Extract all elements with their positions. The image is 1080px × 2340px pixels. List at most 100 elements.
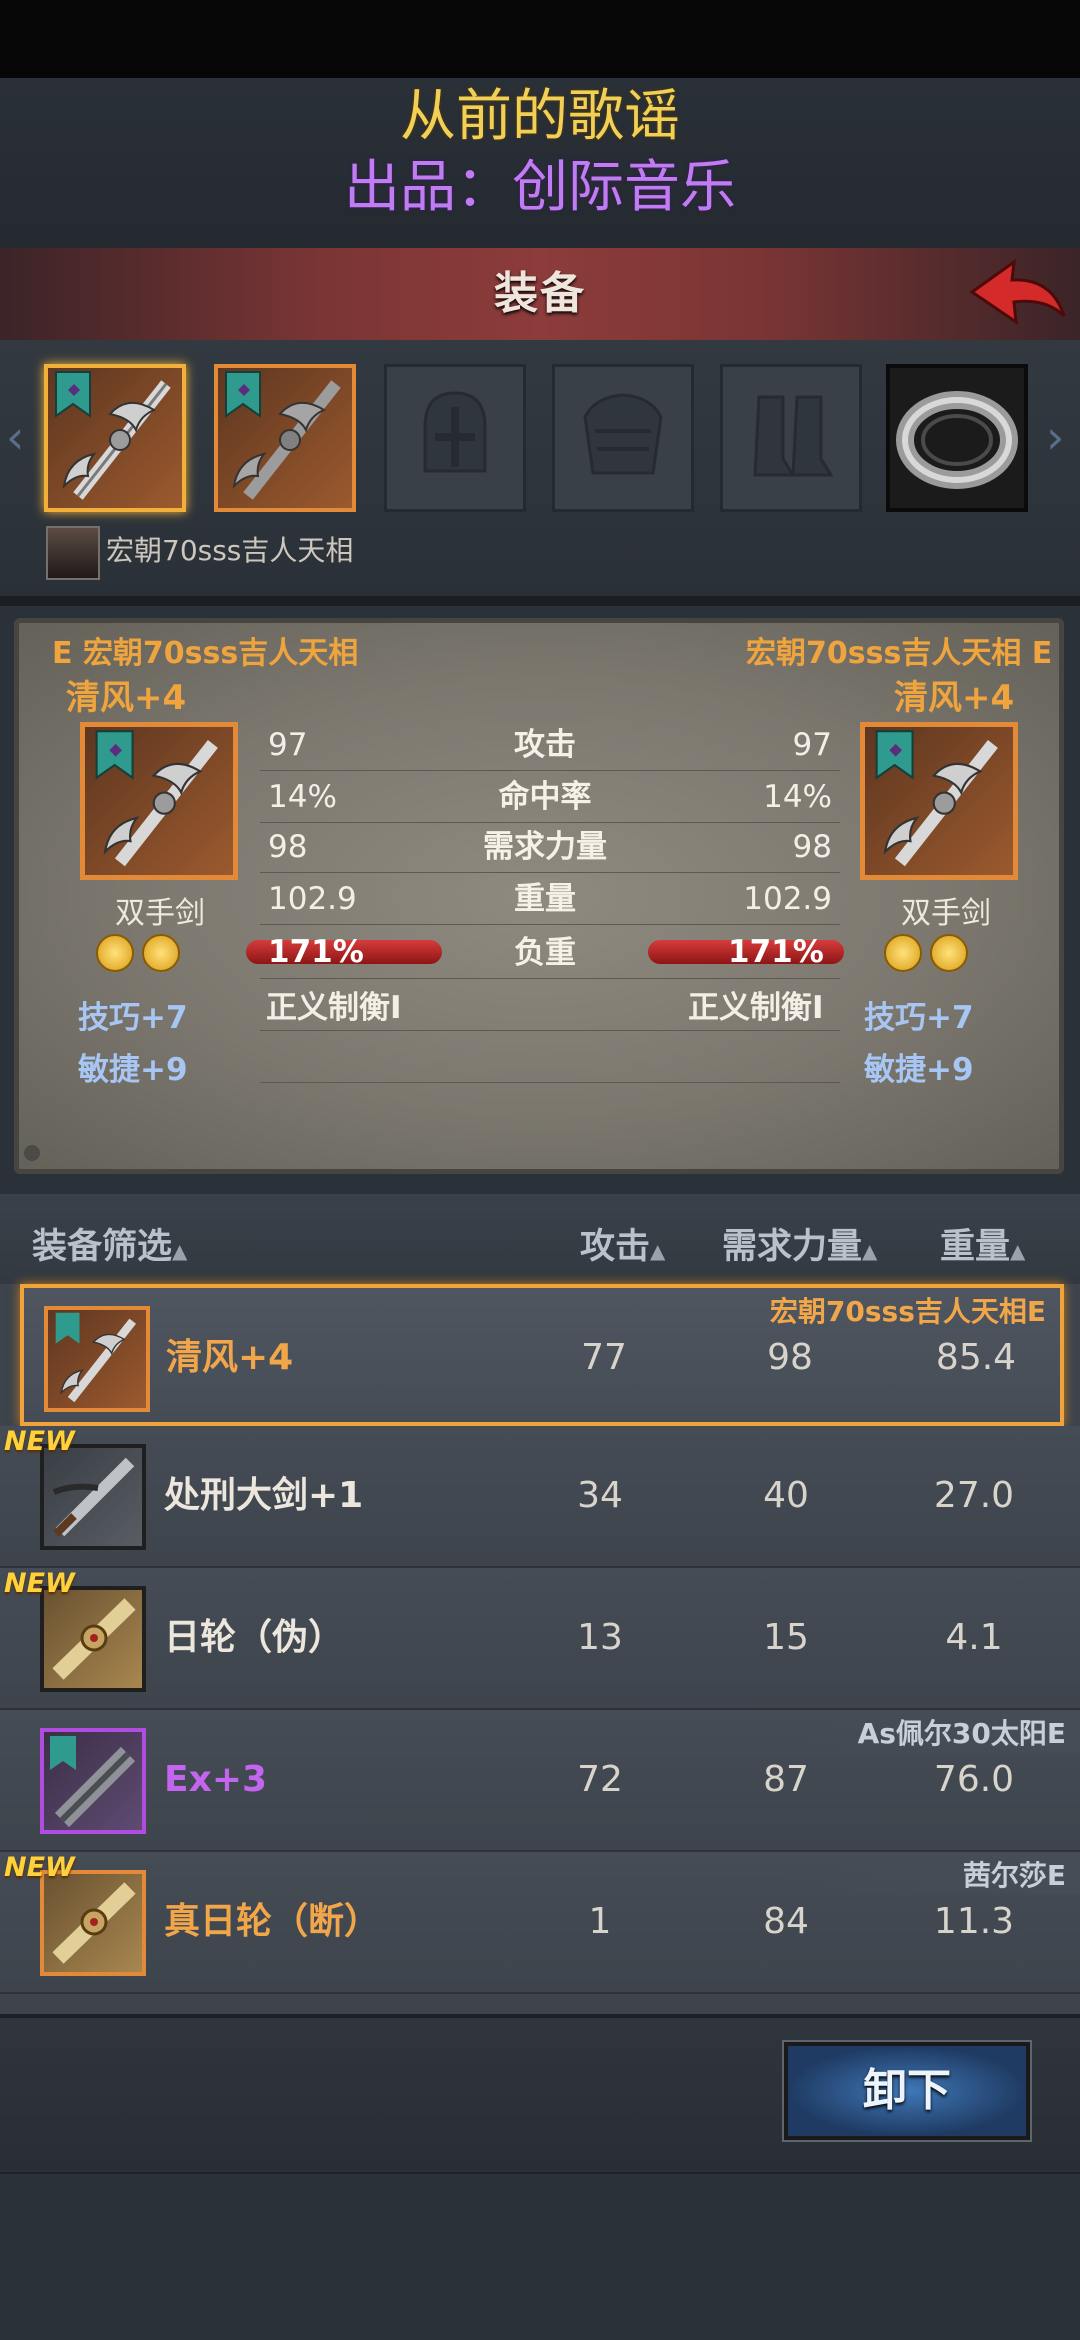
stat-label: 攻击 [514, 727, 576, 763]
sort-str-req-button[interactable]: 需求力量▲ [722, 1218, 877, 1269]
list-item[interactable]: As佩尔30太阳E Ex+3 72 87 76.0 [0, 1710, 1080, 1852]
sun-sword-icon [52, 1882, 136, 1964]
left-owner: E 宏朝70sss吉人天相 [52, 636, 359, 671]
gem-socket-icon [930, 934, 968, 972]
filter-label: 装备筛选 [32, 1227, 173, 1267]
slot-armor[interactable] [552, 364, 694, 512]
red-back-arrow-icon [969, 258, 1066, 326]
item-name: 清风+4 [166, 1337, 294, 1378]
greatsword-icon [55, 1312, 137, 1403]
sort-up-icon: ▲ [172, 1239, 188, 1263]
slot-helmet[interactable] [384, 364, 526, 512]
watermark-line1: 从前的歌谣 [400, 84, 680, 149]
chevron-left-icon[interactable]: ‹ [6, 410, 24, 464]
slot-ring[interactable] [886, 364, 1028, 512]
stat-row-attack: 97 攻击 97 [250, 720, 840, 770]
list-item[interactable]: 宏朝70sss吉人天相E 清风+4 77 98 85.4 [20, 1284, 1064, 1426]
greatsword-icon [55, 371, 171, 500]
item-weight: 27.0 [933, 1475, 1015, 1516]
greatsword-icon [225, 371, 341, 500]
item-str-req: 87 [763, 1759, 809, 1800]
divider [260, 924, 840, 925]
stat-label: 命中率 [498, 779, 592, 815]
unequip-button[interactable]: 卸下 [782, 2040, 1032, 2142]
right-item-name: 清风+4 [894, 678, 1015, 718]
new-badge: NEW [4, 1568, 75, 1599]
stat-right: 98 [792, 829, 832, 865]
item-weight: 76.0 [933, 1759, 1015, 1800]
right-bonus-2: 敏捷+9 [864, 1052, 974, 1088]
item-attack: 34 [577, 1475, 623, 1516]
stat-right: 14% [763, 779, 832, 815]
sort-up-icon: ▲ [862, 1239, 878, 1263]
new-badge: NEW [4, 1852, 75, 1883]
divider [260, 978, 840, 979]
armor-icon [583, 393, 663, 475]
stat-label: 需求力量 [483, 829, 607, 865]
gem-socket-icon [884, 934, 922, 972]
new-badge: NEW [4, 1426, 75, 1457]
back-button[interactable] [968, 258, 1068, 332]
status-bar [0, 0, 1080, 78]
sort-up-icon: ▲ [1010, 1239, 1026, 1263]
gem-socket-icon [142, 934, 180, 972]
divider [260, 1030, 840, 1031]
filter-button[interactable]: 装备筛选▲ [32, 1218, 187, 1269]
stat-right: 97 [792, 727, 832, 763]
chevron-right-icon[interactable]: › [1046, 410, 1064, 464]
right-skill: 正义制衡Ⅰ [688, 990, 824, 1026]
item-name: 处刑大剑+1 [164, 1475, 364, 1516]
watermark-line2: 出品：创际音乐 [344, 155, 736, 220]
item-str-req: 98 [767, 1337, 813, 1378]
slot-weapon-main[interactable] [44, 364, 186, 512]
sort-weight-button[interactable]: 重量▲ [940, 1218, 1025, 1269]
stat-right: 102.9 [743, 881, 832, 917]
item-name: 真日轮（断） [164, 1901, 381, 1942]
slot-boots[interactable] [720, 364, 862, 512]
helmet-icon [423, 391, 487, 473]
panel-rivet [24, 1145, 40, 1161]
item-owner: 宏朝70sss吉人天相E [769, 1295, 1046, 1328]
gem-socket-icon [96, 934, 134, 972]
slot-weapon-off[interactable] [214, 364, 356, 512]
item-weight: 11.3 [933, 1901, 1015, 1942]
avatar [46, 526, 100, 580]
str-req-label: 需求力量 [722, 1227, 863, 1267]
sun-sword-icon [52, 1598, 136, 1680]
stat-row-weight: 102.9 重量 102.9 [250, 874, 840, 924]
item-attack: 72 [577, 1759, 623, 1800]
page-title: 装备 [494, 268, 586, 319]
greatsword-icon [50, 1736, 136, 1828]
left-bonus-1: 技巧+7 [78, 1000, 188, 1036]
divider [260, 1082, 840, 1083]
right-bonus-1: 技巧+7 [864, 1000, 974, 1036]
right-item-icon [860, 722, 1018, 880]
item-str-req: 15 [763, 1617, 809, 1658]
divider [260, 770, 840, 771]
list-item[interactable]: 日轮（伪） 13 15 4.1 NEW [0, 1568, 1080, 1710]
ring-icon [896, 391, 1018, 489]
list-item[interactable]: 茜尔莎E 真日轮（断） 1 84 11.3 NEW [0, 1852, 1080, 1994]
item-owner: As佩尔30太阳E [857, 1717, 1066, 1750]
item-icon [40, 1586, 146, 1692]
item-owner: 茜尔莎E [962, 1859, 1066, 1892]
sort-attack-button[interactable]: 攻击▲ [580, 1218, 665, 1269]
left-item-type: 双手剑 [115, 896, 205, 931]
item-weight: 85.4 [935, 1337, 1017, 1378]
right-owner: 宏朝70sss吉人天相 E [746, 636, 1053, 671]
divider [260, 872, 840, 873]
list-item[interactable]: 处刑大剑+1 34 40 27.0 NEW [0, 1426, 1080, 1568]
left-item-icon [80, 722, 238, 880]
right-item-type: 双手剑 [901, 896, 991, 931]
sort-up-icon: ▲ [650, 1239, 666, 1263]
footer-area [0, 2170, 1080, 2340]
left-bonus-2: 敏捷+9 [78, 1052, 188, 1088]
attack-label: 攻击 [580, 1227, 651, 1267]
item-icon [40, 1444, 146, 1550]
divider [0, 596, 1080, 606]
weight-label: 重量 [940, 1227, 1011, 1267]
item-attack: 1 [588, 1901, 612, 1942]
greatsword-icon [95, 730, 218, 867]
executioner-sword-icon [52, 1457, 135, 1537]
stat-row-hit-rate: 14% 命中率 14% [250, 772, 840, 822]
